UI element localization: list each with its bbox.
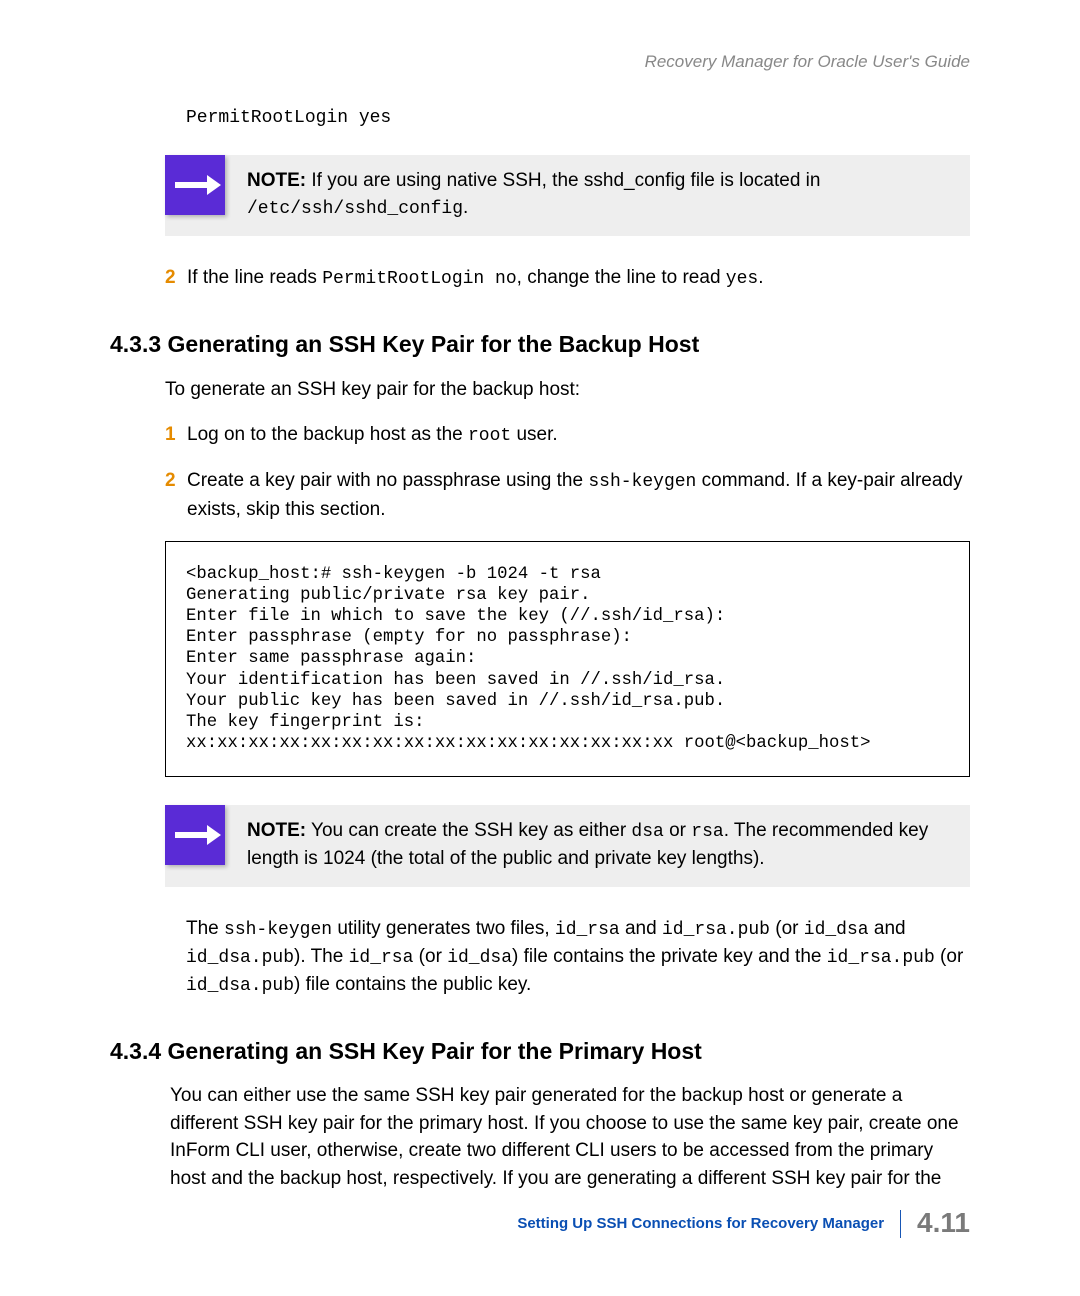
note-block-ssh-config: NOTE: If you are using native SSH, the s… [165,155,970,237]
note-arrow-icon [165,155,225,215]
heading-433: 4.3.3 Generating an SSH Key Pair for the… [110,328,970,361]
note-body-b: . [463,197,468,218]
note-text: NOTE: You can create the SSH key as eith… [225,805,970,887]
note-block-keytype: NOTE: You can create the SSH key as eith… [165,805,970,887]
t: ). The [294,946,349,967]
note-code-dsa: dsa [631,822,663,842]
t: ) file contains the public key. [294,974,531,995]
page-footer: Setting Up SSH Connections for Recovery … [517,1203,970,1244]
t: The [186,918,224,939]
c: id_dsa [447,948,512,968]
note-body-a: You can create the SSH key as either [306,820,631,841]
step-body: Create a key pair with no passphrase usi… [187,467,970,523]
c: ssh-keygen [224,920,332,940]
note-code-path: /etc/ssh/sshd_config [247,199,463,219]
step-row-logon-root: 1 Log on to the backup host as the root … [165,421,970,449]
step-text-a: If the line reads [187,267,322,288]
step-code-root: root [468,426,511,446]
note-arrow-icon [165,805,225,865]
t: ) file contains the private key and the [512,946,827,967]
c: id_dsa.pub [186,976,294,996]
step-number: 1 [165,421,187,449]
note-body-a: If you are using native SSH, the sshd_co… [306,170,820,191]
c: id_dsa.pub [186,948,294,968]
step-number: 2 [165,264,187,292]
doc-header-title: Recovery Manager for Oracle User's Guide [110,50,970,75]
note-body-b: or [664,820,691,841]
t: (or [935,946,964,967]
footer-section-title: Setting Up SSH Connections for Recovery … [517,1213,884,1235]
c: id_rsa.pub [662,920,770,940]
note-code-rsa: rsa [691,822,723,842]
step-code-keygen: ssh-keygen [588,472,696,492]
code-permitrootlogin: PermitRootLogin yes [186,105,970,131]
footer-divider [900,1210,901,1238]
step-text-c: . [758,267,763,288]
intro-433: To generate an SSH key pair for the back… [165,376,970,404]
t: and [869,918,906,939]
para-generated-files: The ssh-keygen utility generates two fil… [186,915,970,999]
step-body: If the line reads PermitRootLogin no, ch… [187,264,970,292]
step-code-2: yes [726,269,758,289]
c: id_dsa [804,920,869,940]
t: and [620,918,662,939]
step-text-b: user. [511,424,557,445]
step-text-a: Log on to the backup host as the [187,424,468,445]
step-number: 2 [165,467,187,523]
code-block-sshkeygen: <backup_host:# ssh-keygen -b 1024 -t rsa… [165,541,970,777]
step-text-b: , change the line to read [517,267,726,288]
footer-page-number: 4.11 [917,1203,970,1244]
c: id_rsa [349,948,414,968]
step-code-1: PermitRootLogin no [322,269,516,289]
step-row-keygen: 2 Create a key pair with no passphrase u… [165,467,970,523]
t: (or [770,918,804,939]
step-row-permit-change: 2 If the line reads PermitRootLogin no, … [165,264,970,292]
step-body: Log on to the backup host as the root us… [187,421,970,449]
note-text: NOTE: If you are using native SSH, the s… [225,155,970,237]
c: id_rsa.pub [827,948,935,968]
step-text-a: Create a key pair with no passphrase usi… [187,470,588,491]
t: (or [413,946,447,967]
para-434: You can either use the same SSH key pair… [170,1082,970,1192]
c: id_rsa [555,920,620,940]
t: utility generates two files, [332,918,555,939]
note-label: NOTE: [247,170,306,191]
note-label: NOTE: [247,820,306,841]
heading-434: 4.3.4 Generating an SSH Key Pair for the… [110,1035,970,1068]
